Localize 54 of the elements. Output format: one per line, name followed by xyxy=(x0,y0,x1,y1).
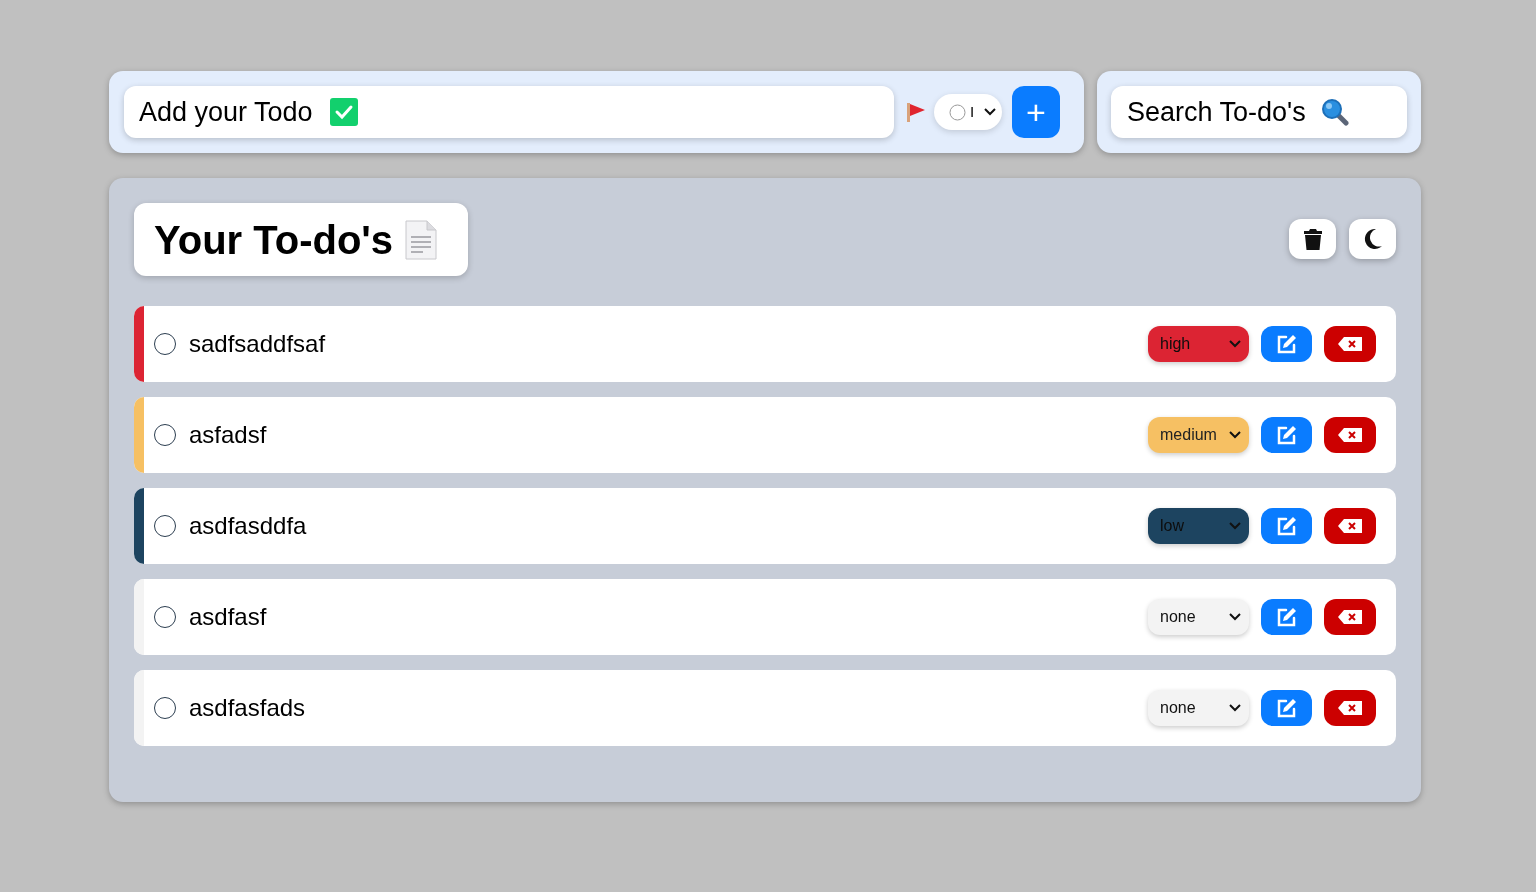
delete-button[interactable] xyxy=(1324,508,1376,544)
trash-button[interactable] xyxy=(1289,219,1336,259)
moon-icon xyxy=(1362,228,1383,250)
dark-mode-button[interactable] xyxy=(1349,219,1396,259)
backspace-icon xyxy=(1338,610,1362,624)
todo-text: asdfasf xyxy=(189,602,267,632)
edit-button[interactable] xyxy=(1261,599,1312,635)
todo-text: asfadsf xyxy=(189,420,267,450)
todo-input-field[interactable]: Add your Todo xyxy=(124,86,894,138)
edit-button[interactable] xyxy=(1261,508,1312,544)
todo-text: asdfasfads xyxy=(189,693,306,723)
checkbox[interactable] xyxy=(154,697,176,719)
todo-text: sadfsaddfsaf xyxy=(189,329,326,359)
flag-icon xyxy=(906,101,926,123)
edit-icon xyxy=(1275,698,1298,718)
chevron-icon xyxy=(1229,340,1241,348)
delete-button[interactable] xyxy=(1324,599,1376,635)
chevron-icon xyxy=(1229,431,1241,439)
add-button[interactable]: + xyxy=(1012,86,1060,138)
circle-icon xyxy=(949,103,966,121)
priority-select[interactable]: medium xyxy=(1148,417,1249,453)
checkbox[interactable] xyxy=(154,515,176,537)
search-icon xyxy=(1321,98,1349,126)
priority-select[interactable]: none xyxy=(1148,690,1249,726)
delete-button[interactable] xyxy=(1324,690,1376,726)
chevron-icon xyxy=(984,108,996,116)
edit-button[interactable] xyxy=(1261,690,1312,726)
priority-select[interactable]: high xyxy=(1148,326,1249,362)
backspace-icon xyxy=(1338,428,1362,442)
chevron-icon xyxy=(1229,522,1241,530)
document-icon xyxy=(405,219,438,260)
edit-icon xyxy=(1275,425,1298,445)
priority-select[interactable]: I xyxy=(934,94,1002,130)
edit-icon xyxy=(1275,516,1298,536)
checkbox[interactable] xyxy=(154,606,176,628)
delete-button[interactable] xyxy=(1324,417,1376,453)
backspace-icon xyxy=(1338,701,1362,715)
edit-button[interactable] xyxy=(1261,417,1312,453)
delete-button[interactable] xyxy=(1324,326,1376,362)
checkbox[interactable] xyxy=(154,424,176,446)
search-field[interactable]: Search To-do's xyxy=(1111,86,1407,138)
checkbox[interactable] xyxy=(154,333,176,355)
trash-icon xyxy=(1303,228,1322,250)
priority-select[interactable]: none xyxy=(1148,599,1249,635)
chevron-icon xyxy=(1229,613,1241,621)
edit-icon xyxy=(1275,607,1298,627)
todo-text: asdfasddfa xyxy=(189,511,307,541)
backspace-icon xyxy=(1338,519,1362,533)
edit-button[interactable] xyxy=(1261,326,1312,362)
backspace-icon xyxy=(1338,337,1362,351)
check-box-icon xyxy=(330,98,358,126)
edit-icon xyxy=(1275,334,1298,354)
panel-title: Your To-do's xyxy=(154,216,394,264)
chevron-icon xyxy=(1229,704,1241,712)
